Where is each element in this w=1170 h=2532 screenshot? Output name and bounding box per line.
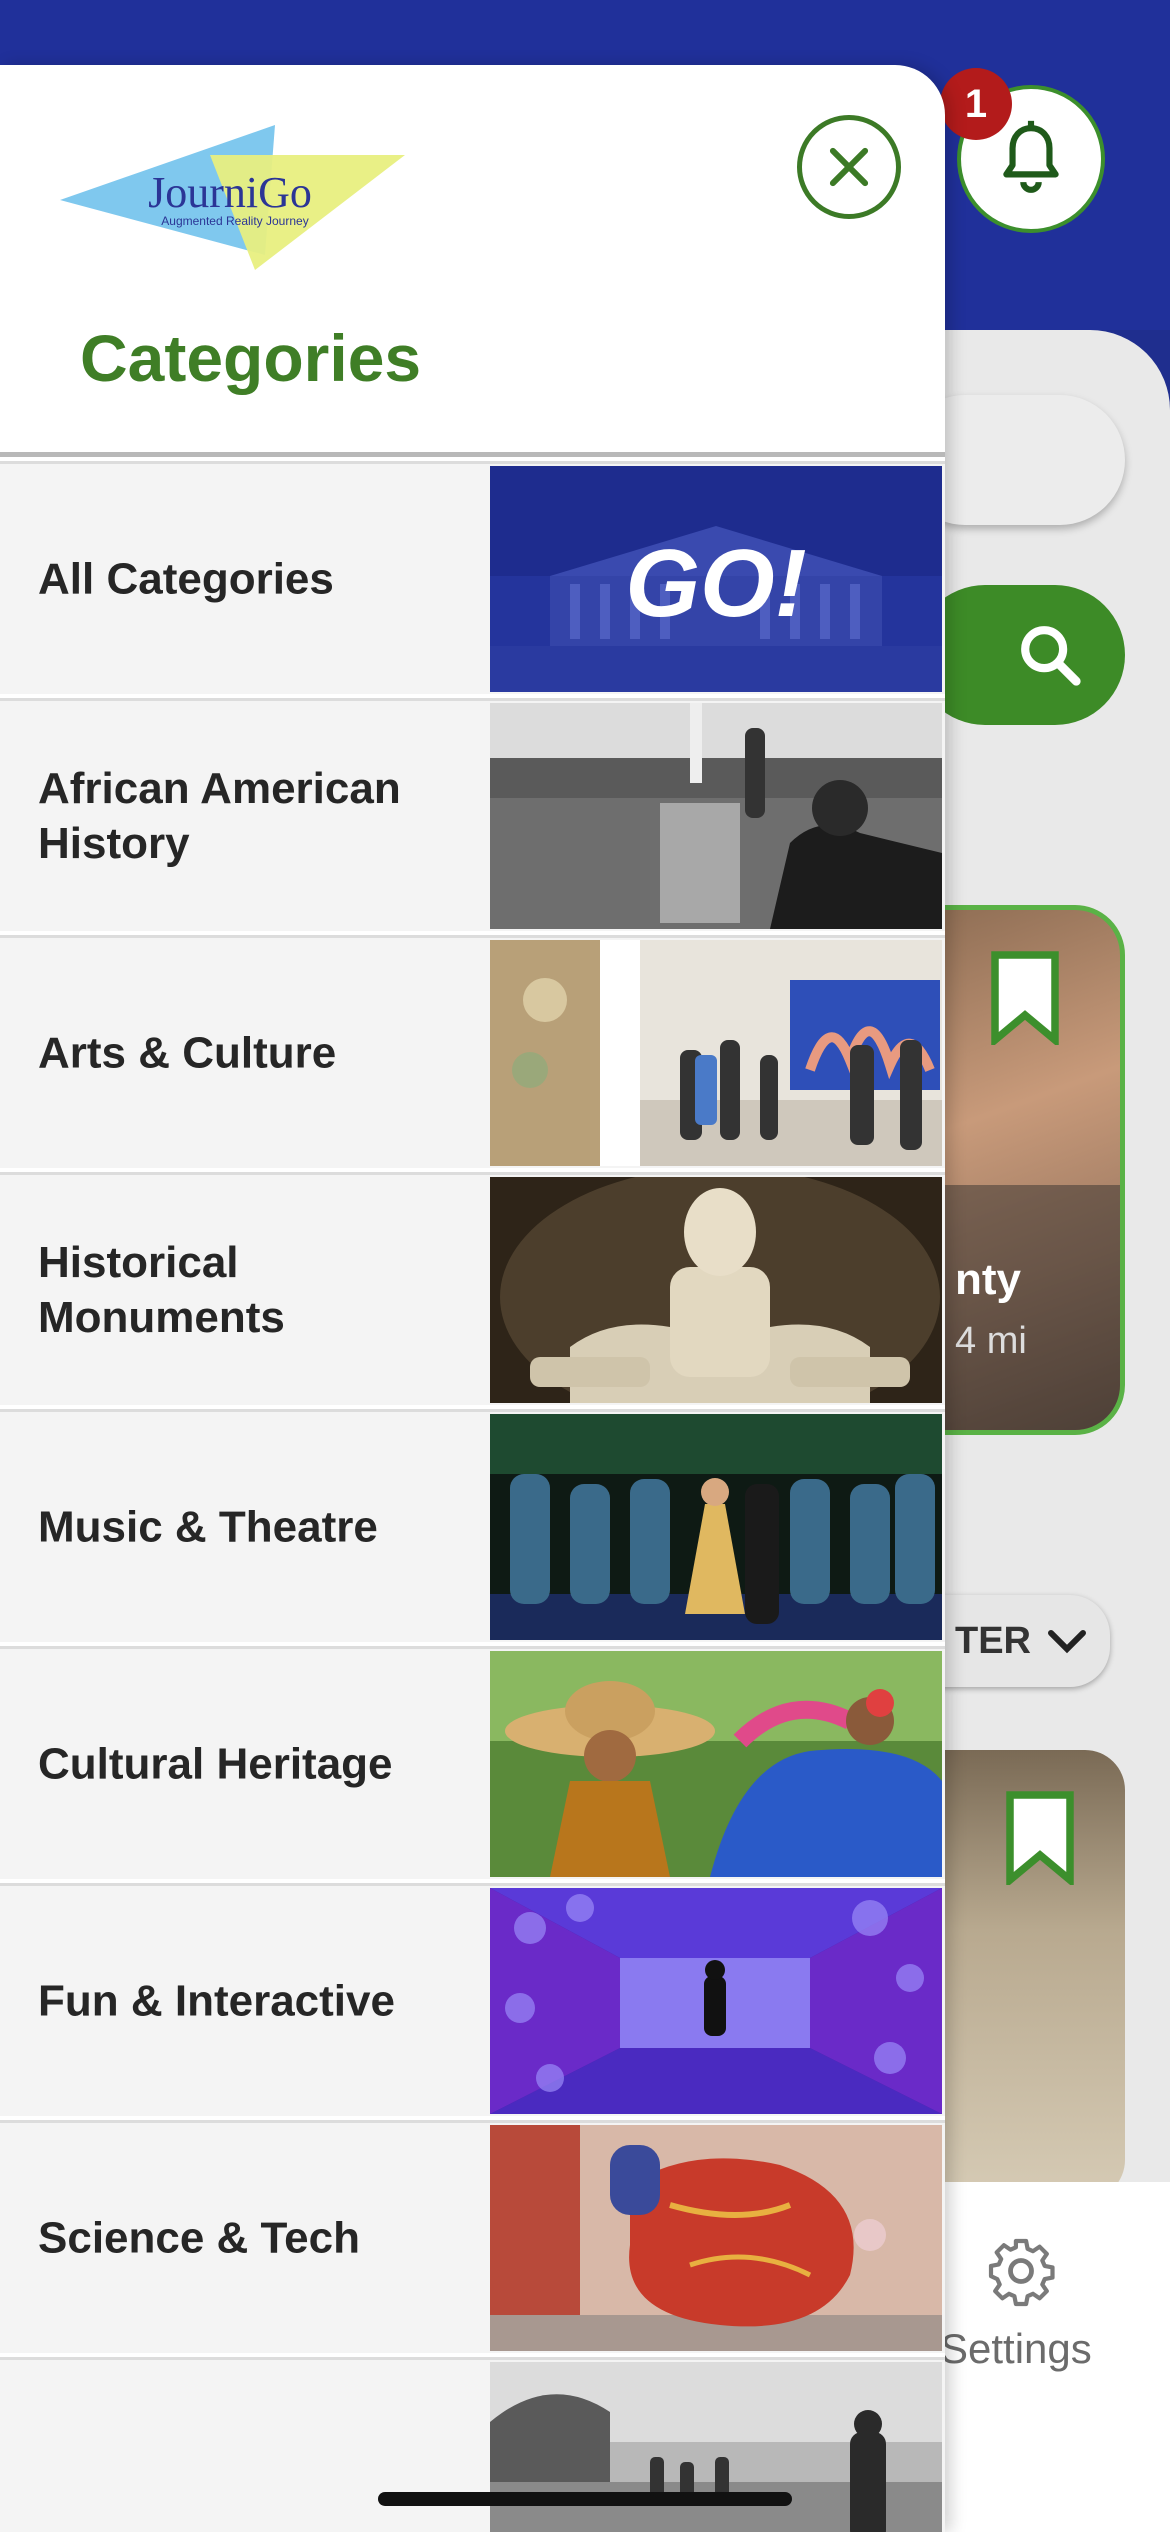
category-image-light-tunnel [490,1888,942,2114]
category-item-arts-culture[interactable]: Arts & Culture [0,935,945,1168]
category-item-music-theatre[interactable]: Music & Theatre [0,1409,945,1642]
category-image-heart-model [490,2125,942,2351]
category-label: Science & Tech [38,2213,360,2263]
category-image-stage [490,1414,942,1640]
category-item-science-tech[interactable]: Science & Tech [0,2120,945,2353]
categories-drawer: JourniGo Augmented Reality Journey Categ… [0,65,945,2532]
category-image-lincoln-memorial [490,1177,942,1403]
category-image-civil-rights [490,703,942,929]
category-label: African American History [38,764,401,868]
bookmark-icon[interactable] [1005,1790,1075,1885]
card-title: nty [955,1255,1021,1304]
home-indicator[interactable] [378,2492,792,2506]
category-image-folk-dancers [490,1651,942,1877]
category-list: All Categories GO! African American Hist… [0,461,945,2532]
category-image-go-logo: GO! [490,466,942,692]
journigo-logo: JourniGo Augmented Reality Journey [60,125,405,270]
search-button[interactable] [915,585,1125,725]
drawer-title: Categories [80,321,422,395]
close-drawer-button[interactable] [797,115,901,219]
category-item-african-american-history[interactable]: African American History [0,698,945,931]
gear-icon[interactable] [985,2235,1057,2307]
category-image-art-gallery [490,940,942,1166]
category-item-fun-interactive[interactable]: Fun & Interactive [0,1883,945,2116]
category-item-historical-monuments[interactable]: Historical Monuments [0,1172,945,1405]
go-logo-text: GO! [625,530,806,637]
category-label: All Categories [38,554,334,604]
category-image-soldiers [490,2362,942,2532]
nav-settings-label[interactable]: Settings [940,2325,1092,2373]
search-icon [1021,626,1081,686]
filter-label: TER [955,1619,1031,1662]
category-item-cultural-heritage[interactable]: Cultural Heritage [0,1646,945,1879]
category-label: Cultural Heritage [38,1739,393,1789]
category-label: Music & Theatre [38,1502,378,1552]
close-icon [829,147,869,187]
category-label: Fun & Interactive [38,1976,395,2026]
category-item-all-categories[interactable]: All Categories GO! [0,461,945,694]
notification-badge: 1 [940,68,1012,140]
chevron-down-icon [1047,1628,1087,1654]
category-label: Historical Monuments [38,1238,285,1342]
logo-tagline: Augmented Reality Journey [161,214,308,228]
card-distance: 4 mi [955,1320,1027,1362]
bookmark-icon[interactable] [990,950,1060,1045]
logo-text: JourniGo [148,168,312,217]
category-label: Arts & Culture [38,1028,337,1078]
title-divider [0,452,945,457]
bell-icon [1003,120,1059,193]
